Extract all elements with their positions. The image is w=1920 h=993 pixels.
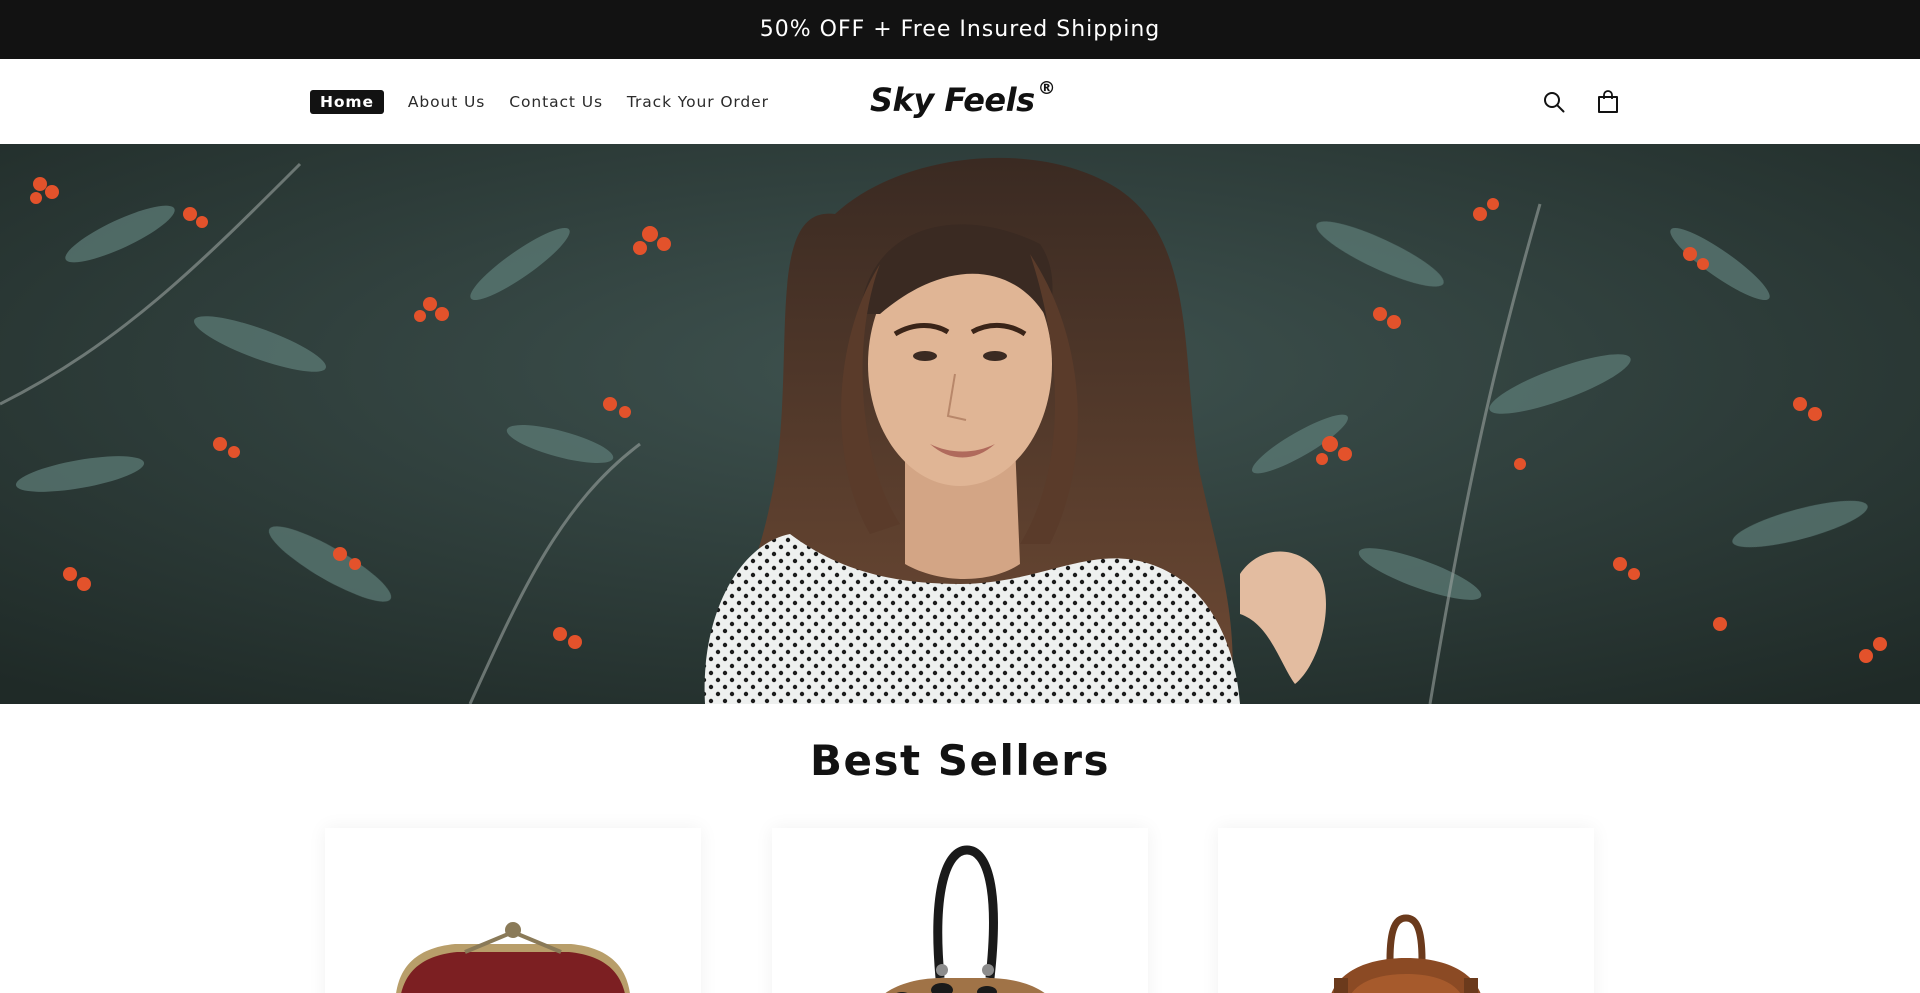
product-image-brown-backpack — [1218, 828, 1594, 993]
nav-contact-us[interactable]: Contact Us — [509, 93, 603, 111]
search-button[interactable] — [1538, 86, 1570, 118]
product-image-red-purse — [325, 828, 701, 993]
header-icons — [1538, 59, 1624, 144]
best-sellers-title: Best Sellers — [810, 736, 1110, 785]
site-logo[interactable]: Sky Feels ® — [870, 77, 1056, 127]
hero-banner — [0, 144, 1920, 704]
cart-icon — [1598, 89, 1618, 113]
cart-button[interactable] — [1592, 86, 1624, 118]
nav-about-us[interactable]: About Us — [408, 93, 485, 111]
product-card[interactable] — [772, 828, 1148, 993]
main-nav: Home About Us Contact Us Track Your Orde… — [310, 59, 769, 144]
product-image-leopard-handbag — [772, 828, 1148, 993]
nav-track-your-order[interactable]: Track Your Order — [627, 93, 769, 111]
product-card[interactable] — [1218, 828, 1594, 993]
site-header: Home About Us Contact Us Track Your Orde… — [0, 59, 1920, 144]
logo-registered-mark: ® — [1037, 78, 1056, 99]
announcement-text: 50% OFF + Free Insured Shipping — [759, 17, 1161, 42]
announcement-bar: 50% OFF + Free Insured Shipping — [0, 0, 1920, 59]
logo-text: Sky Feels — [870, 81, 1035, 119]
product-card[interactable] — [325, 828, 701, 993]
nav-home[interactable]: Home — [310, 89, 384, 114]
search-icon — [1544, 91, 1565, 112]
hero-image — [0, 144, 1920, 704]
